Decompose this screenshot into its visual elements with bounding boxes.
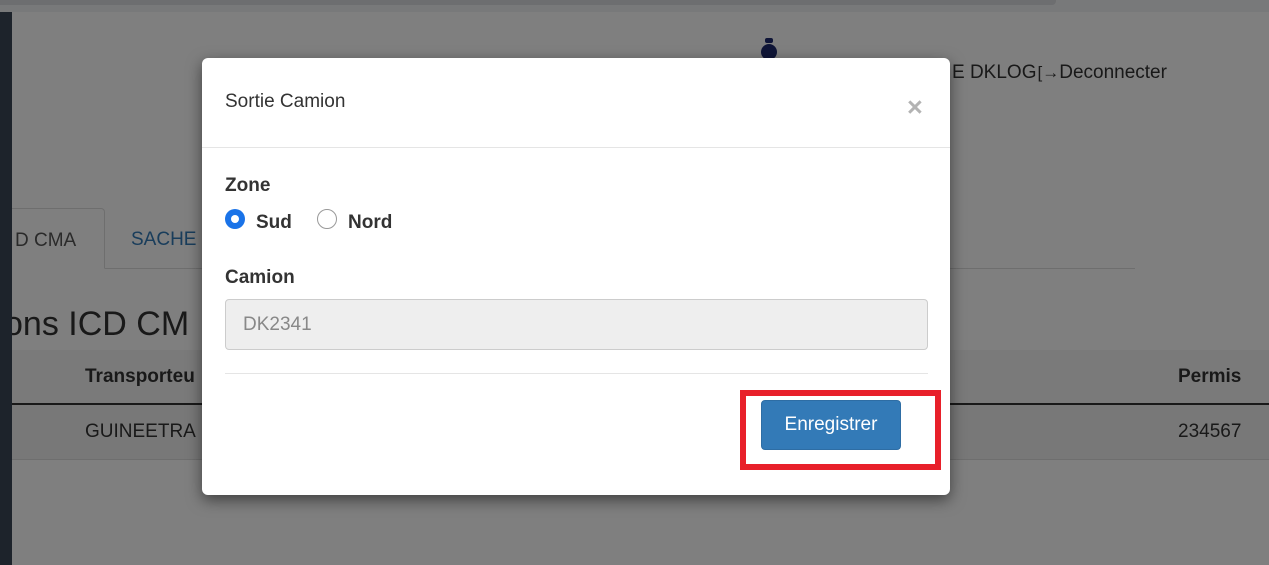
camion-input[interactable]: DK2341 — [225, 299, 928, 350]
radio-label-sud[interactable]: Sud — [256, 212, 292, 234]
modal-header: Sortie Camion × — [202, 58, 950, 148]
zone-label: Zone — [225, 175, 271, 196]
highlight-box — [740, 390, 941, 470]
modal-footer-divider — [225, 373, 928, 374]
modal-title: Sortie Camion — [225, 91, 346, 112]
radio-sud[interactable] — [225, 209, 245, 229]
radio-nord[interactable] — [317, 209, 337, 229]
camion-label: Camion — [225, 267, 295, 288]
radio-label-nord[interactable]: Nord — [348, 212, 392, 234]
close-icon[interactable]: × — [907, 94, 923, 121]
